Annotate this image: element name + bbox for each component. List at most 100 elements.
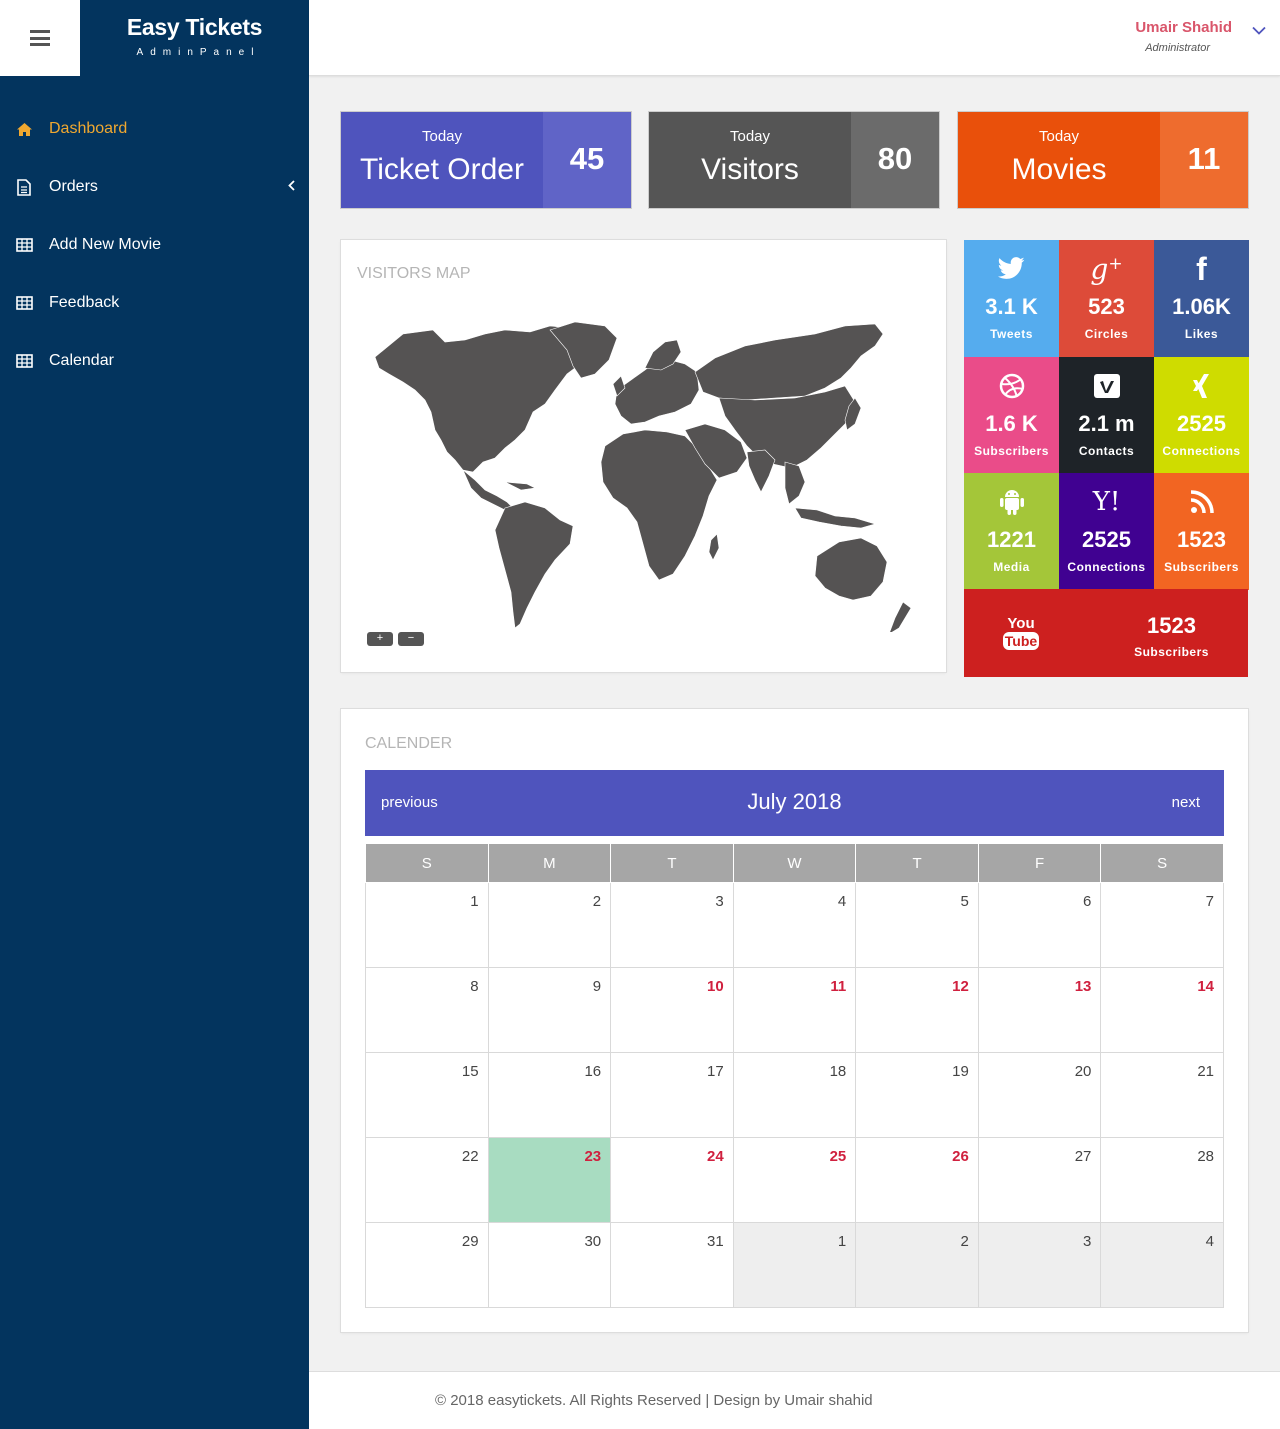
social-tile-android[interactable]: 1221 Media — [964, 473, 1059, 590]
calendar-day[interactable]: 6 — [977, 882, 1102, 968]
sidebar-item-add-new-movie[interactable]: Add New Movie — [0, 216, 309, 274]
social-tile-google-plus[interactable]: g + 523 Circles — [1059, 240, 1154, 357]
calendar-day[interactable]: 25 — [732, 1137, 857, 1223]
map-region-caribbean — [504, 481, 536, 491]
calendar-day[interactable]: 8 — [365, 967, 489, 1053]
vimeo-icon — [1059, 370, 1154, 402]
calendar-day[interactable]: 3 — [977, 1222, 1102, 1308]
calendar-day[interactable]: 11 — [732, 967, 857, 1053]
home-icon — [15, 120, 33, 138]
weekday-header: S — [365, 843, 489, 883]
calendar-day[interactable]: 24 — [610, 1137, 734, 1223]
stat-caption: Today — [729, 128, 771, 145]
social-label: Media — [993, 560, 1030, 574]
social-stats-grid: 3.1 K Tweets g + 523 Circles f 1.06K Like… — [964, 240, 1249, 677]
calendar-day-today[interactable]: 23 — [487, 1137, 612, 1223]
social-tile-xing[interactable]: 2525 Connections — [1154, 357, 1249, 474]
calendar-day[interactable]: 27 — [977, 1137, 1102, 1223]
sidebar-item-feedback[interactable]: Feedback — [0, 274, 309, 332]
sidebar-item-label: Dashboard — [49, 120, 128, 137]
sidebar-item-dashboard[interactable]: Dashboard — [0, 100, 309, 158]
social-value: 523 — [1088, 294, 1125, 319]
calendar-day[interactable]: 19 — [855, 1052, 979, 1138]
map-region-southeast-asia — [784, 461, 806, 505]
calendar-day[interactable]: 15 — [365, 1052, 489, 1138]
calendar-day[interactable]: 2 — [487, 882, 612, 968]
calendar-day[interactable]: 28 — [1100, 1137, 1224, 1223]
calendar-day[interactable]: 18 — [732, 1052, 857, 1138]
weekday-header: M — [487, 843, 612, 883]
brand-title: Easy Tickets — [126, 14, 263, 40]
map-region-australia — [814, 537, 888, 601]
stat-caption: Today — [1038, 128, 1080, 145]
social-tile-yahoo[interactable]: Y! 2525 Connections — [1059, 473, 1154, 590]
social-tile-youtube[interactable]: You Tube 1523 Subscribers — [964, 589, 1248, 677]
calendar-day[interactable]: 4 — [732, 882, 857, 968]
menu-toggle-button[interactable] — [0, 0, 80, 76]
sidebar-item-orders[interactable]: Orders — [0, 158, 309, 216]
world-map[interactable] — [355, 312, 935, 632]
dribbble-icon — [964, 370, 1059, 402]
calendar-day[interactable]: 2 — [855, 1222, 979, 1308]
calendar-day[interactable]: 31 — [610, 1222, 734, 1308]
calendar-day[interactable]: 17 — [610, 1052, 734, 1138]
social-tile-vimeo[interactable]: 2.1 m Contacts — [1059, 357, 1154, 474]
stat-caption: Today — [421, 128, 463, 145]
social-value: 1.6 K — [985, 411, 1038, 436]
calendar-header: previous July 2018 next — [365, 770, 1224, 836]
weekday-header: T — [610, 843, 734, 883]
calendar-day[interactable]: 9 — [487, 967, 612, 1053]
user-name[interactable]: Umair Shahid — [1135, 19, 1232, 36]
rss-icon — [1154, 486, 1249, 518]
weekday-header: W — [732, 843, 857, 883]
social-label: Subscribers — [1134, 645, 1209, 659]
social-tile-twitter[interactable]: 3.1 K Tweets — [964, 240, 1059, 357]
calendar-day[interactable]: 14 — [1100, 967, 1224, 1053]
sidebar-item-label: Feedback — [49, 294, 120, 311]
calendar-day[interactable]: 5 — [855, 882, 979, 968]
social-tile-facebook[interactable]: f 1.06K Likes — [1154, 240, 1249, 357]
calendar-day[interactable]: 3 — [610, 882, 734, 968]
calendar-day[interactable]: 12 — [855, 967, 979, 1053]
map-zoom-out-button[interactable]: − — [398, 632, 424, 646]
calendar-day[interactable]: 1 — [732, 1222, 857, 1308]
weekday-header: S — [1100, 843, 1224, 883]
calendar-week-row: 15 16 17 18 19 20 21 — [365, 1052, 1224, 1138]
calendar-day[interactable]: 29 — [365, 1222, 489, 1308]
brand-subtitle: AdminPanel — [136, 47, 261, 58]
stat-card-info: Today Ticket Order — [341, 112, 543, 208]
calendar-day[interactable]: 7 — [1100, 882, 1224, 968]
calendar-day[interactable]: 13 — [977, 967, 1102, 1053]
sidebar-item-calendar[interactable]: Calendar — [0, 332, 309, 390]
stat-label: Ticket Order — [360, 153, 524, 186]
map-region-central-america — [462, 469, 514, 511]
google-plus-icon: g + — [1090, 252, 1123, 286]
map-region-indonesia — [794, 507, 877, 529]
chevron-down-icon[interactable] — [1252, 22, 1266, 40]
weekday-header: F — [977, 843, 1102, 883]
social-tile-rss[interactable]: 1523 Subscribers — [1154, 473, 1249, 590]
map-region-new-zealand — [889, 601, 912, 632]
stat-card-ticket-order: Today Ticket Order 45 — [341, 112, 631, 208]
table-icon — [15, 236, 33, 254]
yahoo-icon: Y! — [1092, 487, 1121, 517]
calendar-next-button[interactable]: next — [1172, 794, 1200, 811]
calendar-day[interactable]: 1 — [365, 882, 489, 968]
calendar-day[interactable]: 30 — [487, 1222, 612, 1308]
social-tile-dribbble[interactable]: 1.6 K Subscribers — [964, 357, 1059, 474]
social-label: Subscribers — [974, 444, 1049, 458]
chevron-left-icon — [288, 178, 295, 196]
map-zoom-in-button[interactable]: + — [367, 632, 393, 646]
calendar-day[interactable]: 20 — [977, 1052, 1102, 1138]
calendar-day[interactable]: 22 — [365, 1137, 489, 1223]
calendar-day[interactable]: 26 — [855, 1137, 979, 1223]
calendar-day[interactable]: 21 — [1100, 1052, 1224, 1138]
calendar-day[interactable]: 10 — [610, 967, 734, 1053]
calendar-day[interactable]: 16 — [487, 1052, 612, 1138]
calendar-grid: S M T W T F S 1 2 3 4 5 6 7 8 9 10 11 12 13 14 15 16 17 1… — [365, 843, 1224, 1308]
social-label: Tweets — [990, 327, 1033, 341]
social-value: 1523 — [1177, 527, 1226, 552]
calendar-day[interactable]: 4 — [1100, 1222, 1224, 1308]
stat-label: Visitors — [701, 153, 799, 186]
social-label: Connections — [1162, 444, 1241, 458]
